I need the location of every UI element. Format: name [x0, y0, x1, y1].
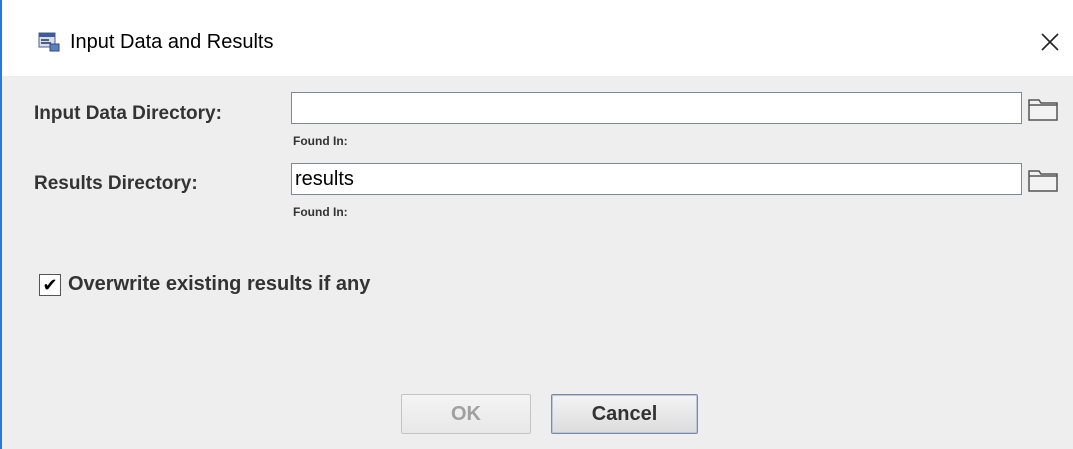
- app-window-icon: [38, 32, 60, 52]
- results-directory-field[interactable]: [291, 163, 1022, 195]
- folder-icon: [1028, 99, 1058, 121]
- ok-button[interactable]: OK: [401, 394, 531, 434]
- overwrite-checkbox[interactable]: ✔: [39, 274, 61, 296]
- cancel-button[interactable]: Cancel: [551, 394, 698, 434]
- results-directory-label: Results Directory:: [34, 173, 198, 194]
- dialog-window: Input Data and Results Input Data Direct…: [0, 0, 1073, 449]
- title-bar[interactable]: Input Data and Results: [2, 0, 1073, 76]
- input-data-browse-button[interactable]: [1026, 94, 1060, 124]
- window-title: Input Data and Results: [70, 31, 274, 53]
- input-data-directory-field[interactable]: [291, 92, 1022, 124]
- title-bar-top-strip: [2, 0, 1073, 6]
- overwrite-checkbox-label[interactable]: Overwrite existing results if any: [68, 273, 370, 296]
- close-icon: [1041, 33, 1059, 51]
- results-found-in: Found In:: [293, 205, 348, 219]
- input-data-found-in: Found In:: [293, 134, 348, 148]
- close-button[interactable]: [1028, 20, 1072, 64]
- results-browse-button[interactable]: [1026, 165, 1060, 195]
- input-data-directory-label: Input Data Directory:: [34, 103, 222, 124]
- folder-icon: [1028, 170, 1058, 192]
